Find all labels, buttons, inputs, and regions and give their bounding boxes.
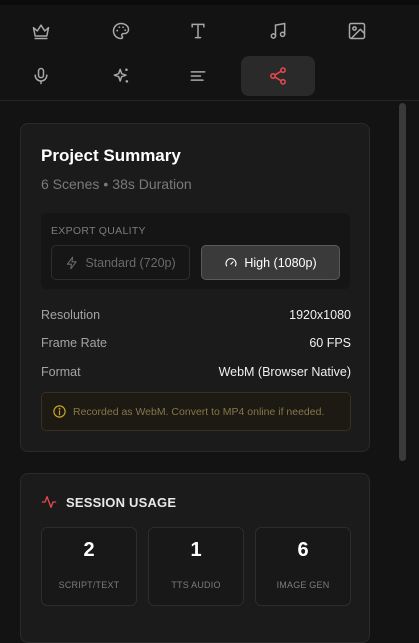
image-tool-button[interactable] xyxy=(320,11,394,51)
stat-script-text: 2 SCRIPT/TEXT xyxy=(41,527,137,606)
high-quality-label: High (1080p) xyxy=(244,255,317,270)
tool-toolbar xyxy=(0,5,419,101)
scrollbar-thumb[interactable] xyxy=(399,103,406,461)
stat-label: TTS AUDIO xyxy=(171,580,221,590)
stat-tts-audio: 1 TTS AUDIO xyxy=(148,527,244,606)
palette-icon xyxy=(112,22,130,40)
format-value: WebM (Browser Native) xyxy=(218,365,351,379)
stat-value: 6 xyxy=(297,539,309,561)
format-label: Format xyxy=(41,365,81,379)
stat-value: 2 xyxy=(83,539,95,561)
share-icon xyxy=(270,67,286,85)
format-notice-text: Recorded as WebM. Convert to MP4 online … xyxy=(73,405,325,418)
frame-rate-label: Frame Rate xyxy=(41,336,107,350)
effects-tool-button[interactable] xyxy=(84,56,158,96)
session-usage-header: SESSION USAGE xyxy=(41,494,176,510)
resolution-label: Resolution xyxy=(41,308,101,322)
share-tool-button[interactable] xyxy=(241,56,315,96)
music-icon xyxy=(270,22,286,39)
music-tool-button[interactable] xyxy=(241,11,315,51)
image-icon xyxy=(348,22,366,40)
duration: 38s Duration xyxy=(112,176,192,192)
crown-icon xyxy=(32,24,50,40)
standard-quality-label: Standard (720p) xyxy=(85,255,176,270)
microphone-icon xyxy=(34,67,48,85)
separator-dot: • xyxy=(103,176,109,192)
lightning-icon xyxy=(67,256,77,269)
standard-quality-button[interactable]: Standard (720p) xyxy=(51,245,190,280)
resolution-value: 1920x1080 xyxy=(289,308,351,322)
format-notice: Recorded as WebM. Convert to MP4 online … xyxy=(41,392,351,431)
scene-count: 6 Scenes xyxy=(41,176,100,192)
crown-tool-button[interactable] xyxy=(4,11,78,51)
text-icon xyxy=(191,23,205,39)
voice-tool-button[interactable] xyxy=(4,56,78,96)
stat-value: 1 xyxy=(190,539,202,561)
stat-label: SCRIPT/TEXT xyxy=(58,580,120,590)
captions-tool-button[interactable] xyxy=(161,56,235,96)
high-quality-button[interactable]: High (1080p) xyxy=(201,245,340,280)
sparkles-icon xyxy=(113,68,129,83)
activity-icon xyxy=(41,496,57,508)
project-summary-subtitle: 6 Scenes • 38s Duration xyxy=(41,176,192,192)
palette-tool-button[interactable] xyxy=(84,11,158,51)
gauge-icon xyxy=(225,257,237,266)
text-tool-button[interactable] xyxy=(161,11,235,51)
stat-label: IMAGE GEN xyxy=(276,580,330,590)
frame-rate-value: 60 FPS xyxy=(309,336,351,350)
export-quality-label: EXPORT QUALITY xyxy=(51,225,146,237)
align-left-icon xyxy=(190,71,206,81)
stat-image-gen: 6 IMAGE GEN xyxy=(255,527,351,606)
info-icon xyxy=(53,405,66,418)
project-summary-title: Project Summary xyxy=(41,146,181,165)
session-usage-title: SESSION USAGE xyxy=(66,494,177,510)
